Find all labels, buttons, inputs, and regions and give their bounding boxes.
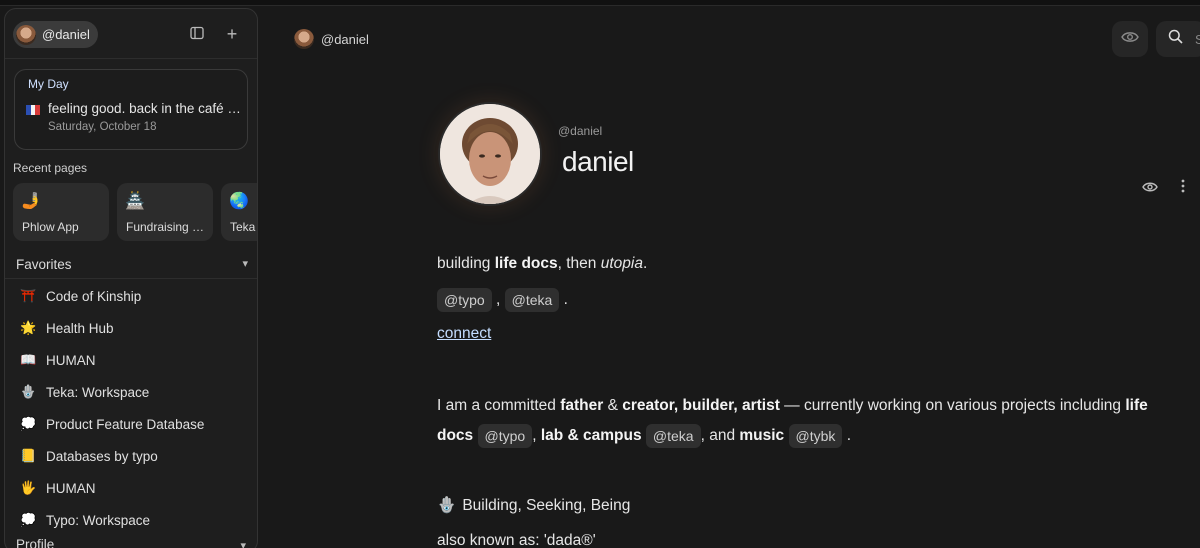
recent-page-card[interactable]: 🤳 Phlow App <box>13 183 109 241</box>
book-icon: 📖 <box>20 352 37 367</box>
favorites-label: Favorites <box>16 257 72 272</box>
text: . <box>842 427 852 444</box>
text: & <box>603 397 623 414</box>
mention-chip[interactable]: @teka <box>504 287 560 312</box>
text: — currently working on various projects … <box>779 397 1126 414</box>
favorite-item[interactable]: ⛩️ Code of Kinship <box>5 280 257 312</box>
recent-page-card[interactable]: 🌏 Teka <box>221 183 257 241</box>
my-day-title: My Day <box>28 77 69 91</box>
bold-text: lab & campus <box>540 427 642 444</box>
favorite-label: HUMAN <box>46 480 96 496</box>
bio-line: building life docs, then utopia. <box>437 249 647 279</box>
favorite-label: HUMAN <box>46 352 96 368</box>
user-handle: @daniel <box>42 27 90 42</box>
text: , <box>496 291 501 308</box>
bold-text: creator, builder, artist <box>622 397 780 414</box>
ledger-icon: 📒 <box>20 448 37 463</box>
plus-icon[interactable]: + <box>224 25 240 43</box>
breadcrumb[interactable]: @daniel <box>294 29 369 49</box>
mention-chip[interactable]: @teka <box>645 423 701 448</box>
my-day-entry: feeling good. back in the café for a pro… <box>48 101 243 116</box>
favorite-label: Typo: Workspace <box>46 512 151 528</box>
thought-bubble-icon: 💭 <box>20 512 37 527</box>
tagline: 🪬 Building, Seeking, Being <box>437 491 630 521</box>
eye-icon <box>1121 30 1139 49</box>
bold-text: life docs <box>494 255 558 272</box>
recent-page-label: Fundraising Plan <box>126 220 206 234</box>
castle-icon: 🏯 <box>125 193 145 210</box>
aka-line: also known as: 'dada®' <box>437 532 596 548</box>
france-flag-icon <box>26 105 41 115</box>
connect-link[interactable]: connect <box>437 325 491 342</box>
torii-icon: ⛩️ <box>20 288 37 303</box>
favorite-label: Health Hub <box>46 320 114 336</box>
text: . <box>563 291 568 308</box>
favorite-label: Code of Kinship <box>46 288 142 304</box>
recent-page-label: Phlow App <box>22 220 79 234</box>
connect-line: connect <box>437 319 491 349</box>
favorite-label: Product Feature Database <box>46 416 205 432</box>
profile-section-label[interactable]: Profile <box>16 537 54 548</box>
sidebar: @daniel + My Day feeling good. back in t… <box>4 8 258 548</box>
favorite-item[interactable]: 💭 Product Feature Database <box>5 408 257 440</box>
text: , <box>532 427 541 444</box>
hand-icon: 🖐️ <box>20 480 37 495</box>
bold-text: music <box>739 427 785 444</box>
my-day-card[interactable]: My Day feeling good. back in the café fo… <box>14 69 248 150</box>
profile-handle: @daniel <box>558 124 603 138</box>
preview-button[interactable] <box>1112 21 1148 57</box>
favorite-item[interactable]: 📖 HUMAN <box>5 344 257 376</box>
favorites-header[interactable]: Favorites ▾ <box>5 253 257 279</box>
avatar <box>294 29 314 49</box>
recent-pages: 🤳 Phlow App 🏯 Fundraising Plan 🌏 Teka <box>13 183 257 241</box>
profile-name: daniel <box>562 146 634 177</box>
mention-chip[interactable]: @typo <box>437 287 492 312</box>
selfie-icon: 🤳 <box>21 193 41 210</box>
favorite-item[interactable]: 🌟 Health Hub <box>5 312 257 344</box>
recent-pages-label: Recent pages <box>13 161 88 175</box>
about-paragraph: I am a committed father & creator, build… <box>437 391 1182 451</box>
hamsa-icon: 🪬 <box>20 384 37 399</box>
favorite-item[interactable]: 📒 Databases by typo <box>5 440 257 472</box>
search-icon <box>1168 29 1183 49</box>
bold-text: father <box>560 397 604 414</box>
tagline-text: Building, Seeking, Being <box>462 497 631 514</box>
chevron-down-icon[interactable]: ▾ <box>242 257 248 270</box>
hamsa-icon: 🪬 <box>437 497 457 514</box>
thought-bubble-icon: 💭 <box>20 416 37 431</box>
favorites-list: ⛩️ Code of Kinship 🌟 Health Hub 📖 HUMAN 🪬 Te… <box>5 280 257 536</box>
more-options-icon[interactable] <box>1181 179 1185 197</box>
mention-chip[interactable]: @tybk <box>788 423 843 448</box>
text: building <box>437 255 495 272</box>
mention-chip[interactable]: @typo <box>477 423 533 448</box>
my-day-date: Saturday, October 18 <box>48 121 157 133</box>
italic-text: utopia <box>600 255 643 272</box>
mentions-line: @typo , @teka . <box>437 285 568 315</box>
text: , and <box>700 427 740 444</box>
search-shortcut: S <box>1195 31 1200 47</box>
star-icon: 🌟 <box>20 320 37 335</box>
text: . <box>642 255 648 272</box>
favorite-label: Teka: Workspace <box>46 384 150 400</box>
recent-page-label: Teka <box>230 220 256 234</box>
favorite-item[interactable]: 🖐️ HUMAN <box>5 472 257 504</box>
recent-page-card[interactable]: 🏯 Fundraising Plan <box>117 183 213 241</box>
favorite-item[interactable]: 🪬 Teka: Workspace <box>5 376 257 408</box>
eye-icon[interactable] <box>1142 180 1158 197</box>
avatar <box>16 24 36 45</box>
text: , then <box>557 255 601 272</box>
user-switcher[interactable]: @daniel <box>13 21 98 48</box>
favorite-item[interactable]: 💭 Typo: Workspace <box>5 504 257 536</box>
search-button[interactable]: S <box>1156 21 1200 57</box>
profile-avatar <box>440 104 540 204</box>
sidebar-toggle-icon[interactable] <box>189 26 205 42</box>
favorite-label: Databases by typo <box>46 448 158 464</box>
globe-icon: 🌏 <box>229 193 249 210</box>
window-top-bar <box>0 0 1200 6</box>
chevron-down-icon[interactable]: ▾ <box>240 539 246 548</box>
breadcrumb-handle: @daniel <box>321 31 369 47</box>
text: I am a committed <box>437 397 561 414</box>
sidebar-header: @daniel + <box>5 9 257 59</box>
